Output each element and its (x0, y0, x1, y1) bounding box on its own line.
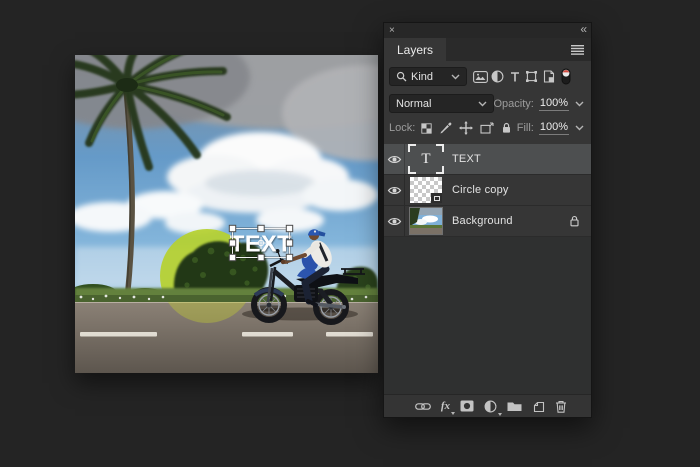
add-layer-mask-icon[interactable] (460, 400, 474, 412)
type-layer-thumbnail[interactable]: T (410, 146, 442, 172)
eye-icon (387, 185, 402, 196)
collapse-panel-icon[interactable]: « (580, 22, 586, 37)
document-canvas[interactable]: TEXT (75, 55, 378, 373)
filter-type-layers-icon[interactable] (506, 71, 523, 83)
chevron-down-icon (478, 101, 487, 107)
layer-row-background[interactable]: Background (384, 206, 591, 237)
lock-position-icon[interactable] (459, 121, 473, 135)
opacity-label: Opacity: (494, 98, 534, 110)
delete-layer-icon[interactable] (555, 400, 567, 413)
kind-filter-label: Kind (411, 71, 433, 83)
thumbnail-corner-bracket (436, 166, 444, 174)
filter-adjustment-layers-icon[interactable] (489, 70, 506, 83)
lock-label: Lock: (389, 122, 415, 134)
panel-header: × « (384, 23, 591, 38)
new-adjustment-layer-icon[interactable] (484, 400, 497, 413)
visibility-toggle[interactable] (384, 206, 405, 236)
blend-mode-value: Normal (396, 98, 431, 110)
filter-shape-layers-icon[interactable] (523, 70, 540, 83)
blend-mode-select[interactable]: Normal (389, 94, 494, 113)
visibility-toggle[interactable] (384, 175, 405, 205)
new-group-icon[interactable] (507, 400, 522, 412)
shape-layer-thumbnail[interactable] (410, 177, 442, 203)
layer-row-circle-copy[interactable]: Circle copy (384, 175, 591, 206)
thumbnail-corner-bracket (436, 144, 444, 152)
fill-dropdown-icon[interactable] (575, 125, 584, 131)
chevron-down-icon (451, 74, 460, 80)
panel-footer: fx (384, 394, 591, 417)
panel-tab-bar: Layers (384, 38, 591, 61)
layer-list-empty-area[interactable] (384, 237, 591, 394)
layer-styles-fx-icon[interactable]: fx (441, 401, 450, 412)
text-layer-overlay[interactable]: TEXT (229, 225, 292, 260)
eye-icon (387, 216, 402, 227)
close-icon[interactable]: × (389, 24, 395, 37)
opacity-dropdown-icon[interactable] (575, 101, 584, 107)
kind-filter-select[interactable]: Kind (389, 67, 467, 86)
opacity-value[interactable]: 100% (539, 97, 569, 111)
layer-name[interactable]: TEXT (452, 153, 481, 165)
layer-controls: Kind (384, 61, 591, 144)
layer-name[interactable]: Background (452, 215, 513, 227)
layers-panel: × « Layers Kind (383, 22, 592, 418)
search-icon (396, 71, 407, 82)
lock-transparency-icon[interactable] (421, 123, 432, 134)
image-layer-thumbnail[interactable] (410, 208, 442, 234)
lock-all-icon[interactable] (501, 122, 512, 134)
layer-lock-icon (569, 215, 580, 227)
tab-layers[interactable]: Layers (384, 38, 446, 61)
new-layer-icon[interactable] (532, 400, 545, 413)
fill-value[interactable]: 100% (539, 121, 569, 135)
filter-pixel-layers-icon[interactable] (472, 71, 489, 83)
layer-filter-toggle[interactable] (557, 68, 574, 85)
fill-label: Fill: (517, 122, 534, 134)
layer-row-text[interactable]: T TEXT (384, 144, 591, 175)
panel-menu-icon[interactable] (571, 45, 585, 55)
thumbnail-corner-bracket (408, 166, 416, 174)
layer-list: T TEXT Circle copy (384, 144, 591, 237)
photoshop-workspace: TEXT (0, 0, 700, 467)
vector-badge-icon (431, 193, 442, 203)
filter-smart-objects-icon[interactable] (540, 70, 557, 83)
lock-paint-icon[interactable] (439, 122, 452, 135)
visibility-toggle[interactable] (384, 144, 405, 174)
lock-artboard-icon[interactable] (480, 122, 494, 134)
layer-name[interactable]: Circle copy (452, 184, 509, 196)
thumbnail-corner-bracket (408, 144, 416, 152)
eye-icon (387, 154, 402, 165)
link-layers-icon[interactable] (415, 402, 431, 411)
